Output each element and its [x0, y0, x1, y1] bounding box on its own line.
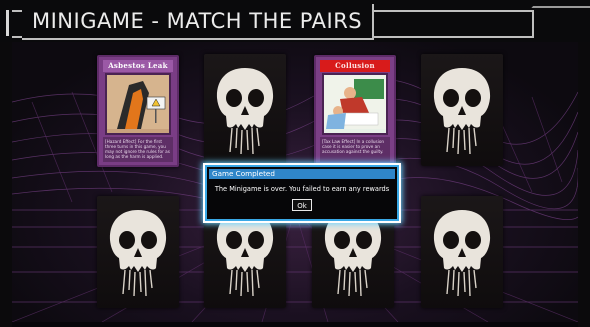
page-title: MINIGAME - MATCH THE PAIRS [22, 4, 375, 40]
card-4[interactable] [421, 54, 503, 166]
collusion-scene-icon [322, 73, 388, 135]
dialog-title: Game Completed [209, 169, 395, 179]
asbestos-hazard-icon [105, 73, 171, 135]
card-2[interactable] [204, 54, 286, 166]
card-title: Collusion [320, 60, 390, 72]
header-accent [6, 10, 9, 36]
card-title: Asbestos Leak [103, 60, 173, 72]
right-frame [578, 42, 590, 327]
card-text: [Hazard Effect] For the first three turn… [103, 137, 173, 162]
card-1[interactable]: Asbestos Leak [Hazard Effect] For the fi… [97, 55, 179, 167]
card-3[interactable]: Collusion [Tax Law Effect] In a collusio… [314, 55, 396, 167]
dialog-message: The Minigame is over. You failed to earn… [214, 185, 390, 193]
skull-icon [433, 210, 491, 297]
left-frame [0, 42, 12, 327]
ok-button[interactable]: Ok [292, 199, 312, 211]
card-5[interactable] [97, 196, 179, 308]
game-completed-dialog: Game Completed The Minigame is over. You… [205, 165, 399, 221]
card-text: [Tax Law Effect] In a collusion case it … [320, 137, 390, 162]
skull-icon [109, 210, 167, 297]
header-bar: MINIGAME - MATCH THE PAIRS [0, 0, 590, 42]
skull-icon [433, 68, 491, 155]
skull-icon [216, 68, 274, 155]
card-8[interactable] [421, 196, 503, 308]
